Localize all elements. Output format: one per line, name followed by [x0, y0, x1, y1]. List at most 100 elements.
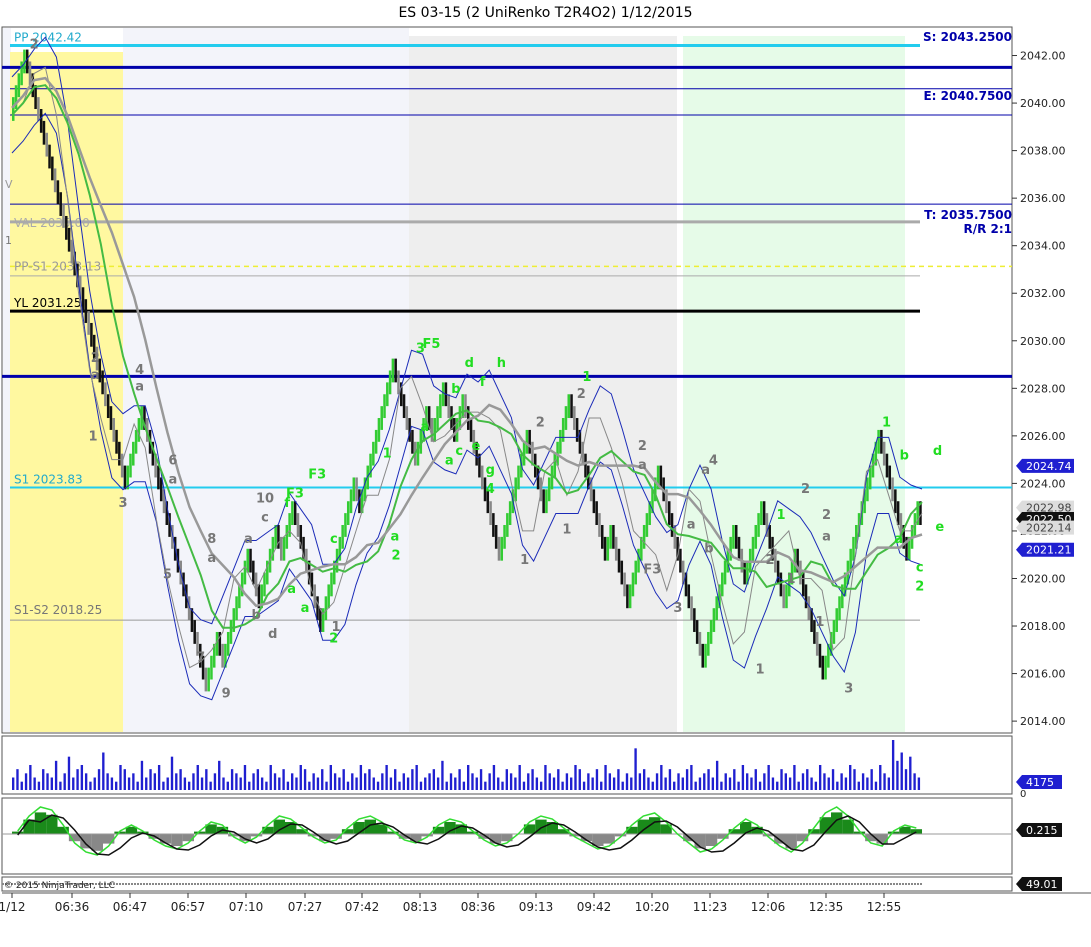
- wave-label: 4: [709, 453, 718, 468]
- oscillator-bar: [432, 826, 445, 834]
- wave-label: F3: [643, 563, 661, 578]
- volume-bar: [132, 773, 135, 790]
- x-tick-label: 11:23: [693, 900, 728, 914]
- volume-bar: [368, 769, 371, 790]
- wave-label: 1: [88, 430, 97, 445]
- volume-bar: [295, 777, 298, 790]
- volume-bar: [501, 781, 504, 790]
- renko-bar-down: [37, 97, 40, 121]
- renko-bar-up: [547, 477, 551, 502]
- volume-bar: [269, 765, 272, 790]
- renko-bar-down: [799, 560, 802, 585]
- renko-bar-up: [291, 501, 294, 525]
- stop-label: S: 2043.2500: [923, 30, 1012, 44]
- volume-bar: [394, 769, 397, 790]
- renko-bar-up: [634, 560, 637, 585]
- volume-bar: [381, 773, 384, 790]
- renko-bar-up: [226, 631, 230, 656]
- renko-bar-down: [768, 525, 771, 549]
- wave-label: 1: [755, 663, 764, 678]
- volume-bar: [243, 765, 247, 790]
- renko-bar-up: [628, 584, 632, 609]
- volume-bar: [222, 777, 225, 790]
- volume-bar: [458, 769, 461, 790]
- renko-bar-up: [838, 596, 841, 621]
- volume-bar: [651, 781, 654, 790]
- wave-label: c: [330, 532, 338, 547]
- copyright-text: © 2015 NinjaTrader, LLC: [4, 881, 115, 891]
- volume-bar: [698, 777, 702, 790]
- renko-bar-down: [447, 394, 450, 419]
- renko-bar-up: [207, 667, 210, 692]
- renko-bar-down: [316, 596, 319, 621]
- wave-label: 9: [222, 686, 231, 701]
- wave-label: c: [261, 510, 269, 525]
- volume-bar: [312, 773, 315, 790]
- volume-bar: [617, 769, 620, 790]
- volume-bar: [724, 773, 727, 790]
- wave-label: b: [251, 608, 260, 623]
- volume-bar: [896, 760, 899, 790]
- price-tag: 2021.21: [1016, 542, 1074, 557]
- volume-bar: [97, 769, 101, 790]
- y-tick-label: 2024.00: [1020, 477, 1066, 490]
- volume-bar: [638, 773, 642, 790]
- renko-bar-up: [380, 406, 383, 430]
- renko-bar-down: [620, 560, 624, 585]
- volume-bar: [801, 773, 805, 790]
- wave-label: 2: [577, 387, 586, 402]
- renko-bar-down: [118, 441, 121, 466]
- renko-bar-up: [324, 596, 328, 621]
- volume-bar: [728, 777, 732, 790]
- volume-bar: [720, 781, 723, 790]
- renko-bar-down: [573, 406, 576, 430]
- renko-bar-up: [346, 501, 350, 525]
- wave-label: 1: [520, 553, 529, 568]
- volume-bar: [248, 781, 251, 790]
- renko-bar-down: [623, 572, 626, 597]
- wave-label: F5: [423, 337, 441, 352]
- volume-zero-label: 0: [1020, 789, 1026, 800]
- volume-bar: [29, 765, 32, 790]
- y-tick-label: 2018.00: [1020, 620, 1066, 633]
- volume-bar: [145, 777, 148, 790]
- renko-bar-down: [34, 85, 37, 110]
- wave-label: d: [465, 356, 474, 371]
- renko-bar-up: [386, 382, 389, 407]
- volume-bar: [385, 765, 388, 790]
- renko-bar-up: [500, 536, 504, 561]
- renko-bar-up: [321, 608, 325, 632]
- volume-bar: [389, 777, 393, 790]
- oscillator-bar: [91, 834, 104, 851]
- renko-bar-down: [355, 477, 358, 502]
- volume-bar: [72, 777, 75, 790]
- volume-bar: [428, 773, 431, 790]
- volume-bar: [857, 781, 860, 790]
- renko-bar-down: [528, 429, 531, 454]
- renko-bar-down: [112, 418, 115, 442]
- renko-bar-down: [690, 596, 693, 621]
- renko-bar-up: [877, 429, 880, 454]
- volume-bar: [917, 777, 921, 790]
- volume-bar: [372, 777, 375, 790]
- volume-bar: [89, 781, 92, 790]
- renko-bar-up: [751, 536, 755, 561]
- renko-bar-down: [45, 132, 49, 157]
- volume-tag-text: 4175: [1026, 776, 1054, 789]
- oscillator-bar: [705, 834, 718, 846]
- wave-label: 1: [815, 615, 824, 630]
- renko-bar-up: [433, 418, 437, 442]
- renko-bar-up: [723, 560, 727, 585]
- renko-bar-up: [553, 453, 557, 478]
- renko-bar-down: [56, 180, 60, 205]
- renko-bar-down: [667, 501, 671, 525]
- volume-bar: [303, 769, 307, 790]
- renko-bar-up: [285, 525, 289, 549]
- chart-canvas[interactable]: 2014.002016.002018.002020.002022.002024.…: [0, 0, 1091, 947]
- wave-label: 1: [777, 508, 786, 523]
- volume-bar: [818, 765, 822, 790]
- wave-label: 2: [91, 351, 100, 366]
- target-label: T: 2035.7500: [924, 208, 1012, 222]
- x-tick-label: 12:55: [867, 900, 902, 914]
- renko-bar-down: [782, 584, 785, 609]
